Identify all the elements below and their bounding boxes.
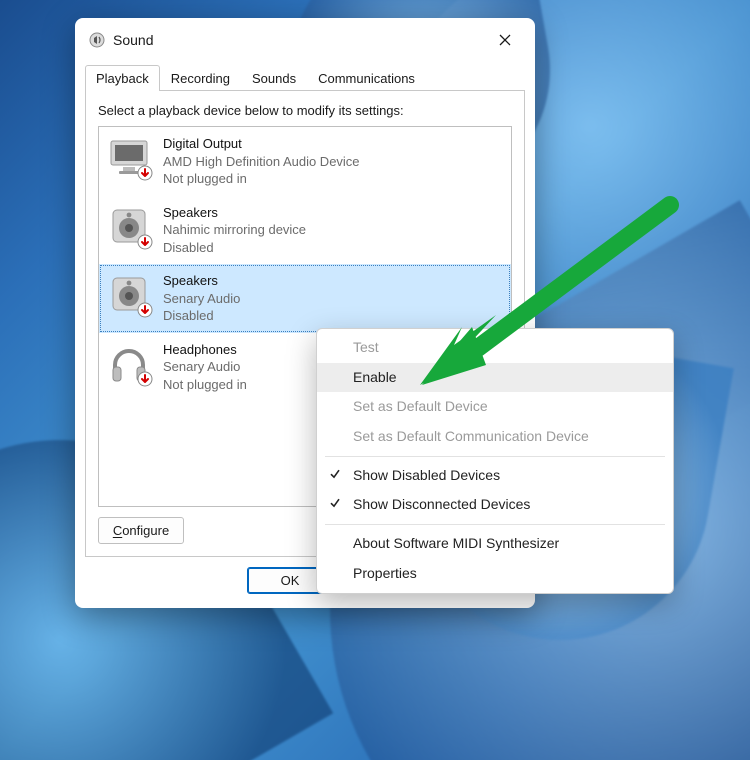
device-status: Disabled	[163, 239, 306, 257]
titlebar: Sound	[75, 18, 535, 58]
menu-item-label: Set as Default Communication Device	[353, 426, 589, 448]
menu-item-show-disabled-devices[interactable]: Show Disabled Devices	[317, 461, 673, 491]
menu-item-enable[interactable]: Enable	[317, 363, 673, 393]
down-arrow-badge-icon	[137, 165, 153, 181]
device-name: Speakers	[163, 204, 306, 222]
menu-item-label: Show Disconnected Devices	[353, 494, 530, 516]
headphones-icon	[107, 341, 151, 385]
tab-sounds[interactable]: Sounds	[241, 65, 307, 91]
close-button[interactable]	[487, 26, 523, 54]
device-name: Digital Output	[163, 135, 360, 153]
device-desc: AMD High Definition Audio Device	[163, 153, 360, 171]
menu-separator	[325, 456, 665, 457]
menu-item-label: Test	[353, 337, 379, 359]
menu-item-about-software-midi-synthesizer[interactable]: About Software MIDI Synthesizer	[317, 529, 673, 559]
tab-communications[interactable]: Communications	[307, 65, 426, 91]
configure-button[interactable]: Configure	[98, 517, 184, 544]
device-status: Not plugged in	[163, 170, 360, 188]
device-name: Headphones	[163, 341, 247, 359]
menu-item-set-as-default-device: Set as Default Device	[317, 392, 673, 422]
check-icon	[329, 494, 341, 516]
menu-item-show-disconnected-devices[interactable]: Show Disconnected Devices	[317, 490, 673, 520]
menu-item-properties[interactable]: Properties	[317, 559, 673, 589]
down-arrow-badge-icon	[137, 234, 153, 250]
device-row[interactable]: SpeakersSenary AudioDisabled	[99, 264, 511, 333]
device-status: Disabled	[163, 307, 240, 325]
check-icon	[329, 465, 341, 487]
down-arrow-badge-icon	[137, 302, 153, 318]
tab-playback[interactable]: Playback	[85, 65, 160, 91]
menu-item-label: Show Disabled Devices	[353, 465, 500, 487]
device-desc: Senary Audio	[163, 358, 247, 376]
sound-icon	[89, 32, 105, 48]
tab-strip: PlaybackRecordingSoundsCommunications	[75, 58, 535, 90]
tab-recording[interactable]: Recording	[160, 65, 241, 91]
device-context-menu: Test Enable Set as Default Device Set as De…	[316, 328, 674, 594]
menu-item-label: Properties	[353, 563, 417, 585]
menu-item-label: Enable	[353, 367, 397, 389]
device-row[interactable]: SpeakersNahimic mirroring deviceDisabled	[99, 196, 511, 265]
down-arrow-badge-icon	[137, 371, 153, 387]
configure-label: Configure	[113, 523, 169, 538]
menu-item-label: Set as Default Device	[353, 396, 488, 418]
device-name: Speakers	[163, 272, 240, 290]
speaker-icon	[107, 204, 151, 248]
device-desc: Nahimic mirroring device	[163, 221, 306, 239]
device-status: Not plugged in	[163, 376, 247, 394]
menu-item-test: Test	[317, 333, 673, 363]
menu-separator	[325, 524, 665, 525]
speaker-icon	[107, 272, 151, 316]
device-desc: Senary Audio	[163, 290, 240, 308]
panel-instruction: Select a playback device below to modify…	[98, 103, 512, 118]
device-row[interactable]: Digital OutputAMD High Definition Audio …	[99, 127, 511, 196]
menu-item-set-as-default-communication-device: Set as Default Communication Device	[317, 422, 673, 452]
window-title: Sound	[113, 32, 479, 48]
menu-item-label: About Software MIDI Synthesizer	[353, 533, 559, 555]
monitor-icon	[107, 135, 151, 179]
